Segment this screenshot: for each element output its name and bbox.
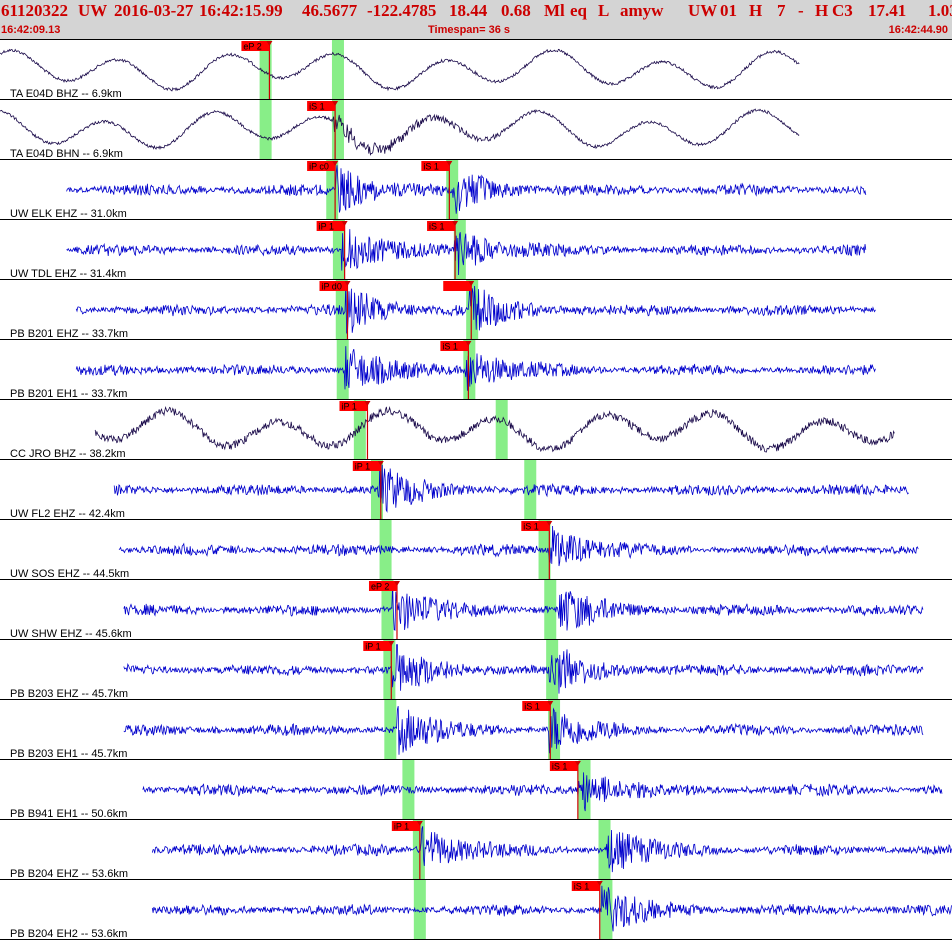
waveform-trace[interactable]: [123, 644, 924, 694]
trace-row[interactable]: iP 1 PB B203 EHZ -- 45.7km: [0, 640, 952, 700]
pick-window[interactable]: [331, 40, 344, 99]
trace-row[interactable]: eP 2 UW SHW EHZ -- 45.6km: [0, 580, 952, 640]
event-field: UW: [688, 1, 718, 20]
trace-row[interactable]: iP 1 iS 1 UW TDL EHZ -- 31.4km: [0, 220, 952, 280]
event-field: 46.5677: [302, 1, 358, 20]
trace-row[interactable]: iP c0 iS 1 UW ELK EHZ -- 31.0km: [0, 160, 952, 220]
trace-row[interactable]: iS 1 PB B203 EH1 -- 45.7km: [0, 700, 952, 760]
waveform-trace[interactable]: [0, 48, 800, 92]
time-end-label: 16:42:44.90: [888, 24, 948, 36]
station-label: PB B204 EH2 -- 53.6km: [10, 928, 127, 940]
pick-label: iP 1: [319, 222, 334, 232]
trace-row[interactable]: iS 1 PB B941 EH1 -- 50.6km: [0, 760, 952, 820]
station-label: PB B941 EH1 -- 50.6km: [10, 808, 127, 820]
pick-window[interactable]: [259, 100, 272, 159]
event-field: 01: [720, 1, 737, 20]
pick-label: iS 1: [309, 102, 325, 112]
pick-label: eP 2: [371, 582, 389, 592]
pick-flag[interactable]: [443, 281, 472, 291]
event-field: Ml: [544, 1, 565, 20]
event-field: 1.03: [928, 1, 952, 20]
pick-label: iS 1: [523, 522, 539, 532]
station-label: TA E04D BHN -- 6.9km: [10, 148, 123, 160]
seismogram-panel[interactable]: eP 2 TA E04D BHZ -- 6.9km iS 1 TA E04D BHN …: [0, 40, 952, 940]
station-label: PB B201 EHZ -- 33.7km: [10, 328, 128, 340]
trace-row[interactable]: iS 1 PB B201 EH1 -- 33.7km: [0, 340, 952, 400]
event-field: H: [815, 1, 829, 20]
trace-row[interactable]: iP 1 UW FL2 EHZ -- 42.4km: [0, 460, 952, 520]
timespan-label: Timespan= 36 s: [428, 24, 511, 36]
pick-label: iS 1: [429, 222, 445, 232]
station-label: CC JRO BHZ -- 38.2km: [10, 448, 126, 460]
pick-label: iP 1: [341, 402, 356, 412]
event-field: H: [749, 1, 763, 20]
event-field: 17.41: [868, 1, 907, 20]
trace-row[interactable]: iS 1 TA E04D BHN -- 6.9km: [0, 100, 952, 160]
waveform-trace[interactable]: [123, 585, 924, 631]
station-label: PB B201 EH1 -- 33.7km: [10, 388, 127, 400]
event-summary: 61120322 UW 2016-03-27 16:42:15.99 46.5677 -1…: [0, 1, 952, 23]
waveform-trace[interactable]: [113, 464, 909, 513]
event-field: eq: [570, 1, 587, 20]
pick-label: iP 1: [394, 822, 409, 832]
station-label: UW ELK EHZ -- 31.0km: [10, 208, 127, 220]
waveform-trace[interactable]: [94, 405, 895, 453]
station-label: PB B203 EH1 -- 45.7km: [10, 748, 127, 760]
waveform-trace[interactable]: [118, 525, 919, 567]
pick-window[interactable]: [495, 400, 508, 459]
time-start-label: 16:42:09.13: [1, 24, 61, 36]
event-field: 61120322: [1, 1, 69, 20]
trace-row[interactable]: eP 2 TA E04D BHZ -- 6.9km: [0, 40, 952, 100]
pick-label: iP d0: [321, 282, 341, 292]
waveform-trace[interactable]: [151, 885, 952, 932]
event-field: 18.44: [449, 1, 488, 20]
event-field: 7: [777, 1, 786, 20]
event-field: L: [598, 1, 610, 20]
event-field: 2016-03-27: [114, 1, 194, 20]
pick-label: iS 1: [524, 702, 540, 712]
trace-row[interactable]: iP 1 PB B204 EHZ -- 53.6km: [0, 820, 952, 880]
event-field: 16:42:15.99: [199, 1, 283, 20]
pick-label: iS 1: [423, 162, 439, 172]
pick-label: iS 1: [574, 882, 590, 892]
event-field: amyw: [620, 1, 664, 20]
trace-row[interactable]: iS 1 UW SOS EHZ -- 44.5km: [0, 520, 952, 580]
event-field: -122.4785: [367, 1, 437, 20]
trace-row[interactable]: iP 1 CC JRO BHZ -- 38.2km: [0, 400, 952, 460]
station-label: PB B203 EHZ -- 45.7km: [10, 688, 128, 700]
pick-window[interactable]: [413, 880, 426, 939]
event-field: -: [798, 1, 804, 20]
event-field: C3: [832, 1, 853, 20]
station-label: UW TDL EHZ -- 31.4km: [10, 268, 126, 280]
event-field: 0.68: [501, 1, 531, 20]
station-label: PB B204 EHZ -- 53.6km: [10, 868, 128, 880]
pick-label: iS 1: [442, 342, 458, 352]
event-header: 61120322 UW 2016-03-27 16:42:15.99 46.5677 -1…: [0, 0, 952, 40]
trace-row[interactable]: iP d0 PB B201 EHZ -- 33.7km: [0, 280, 952, 340]
pick-label: eP 2: [243, 42, 261, 52]
station-label: TA E04D BHZ -- 6.9km: [10, 88, 122, 100]
waveform-trace[interactable]: [75, 346, 876, 391]
station-label: UW FL2 EHZ -- 42.4km: [10, 508, 125, 520]
event-field: UW: [78, 1, 108, 20]
pick-label: iP c0: [309, 162, 329, 172]
waveform-trace[interactable]: [151, 826, 952, 873]
pick-label: iP 1: [355, 462, 370, 472]
waveform-trace[interactable]: [142, 772, 943, 812]
waveform-trace[interactable]: [66, 165, 867, 214]
trace-row[interactable]: iS 1 PB B204 EH2 -- 53.6km: [0, 880, 952, 940]
station-label: UW SHW EHZ -- 45.6km: [10, 628, 132, 640]
pick-label: iP 1: [365, 642, 380, 652]
station-label: UW SOS EHZ -- 44.5km: [10, 568, 129, 580]
pick-label: iS 1: [552, 762, 568, 772]
waveform-trace[interactable]: [66, 229, 867, 276]
waveform-trace[interactable]: [123, 706, 924, 755]
